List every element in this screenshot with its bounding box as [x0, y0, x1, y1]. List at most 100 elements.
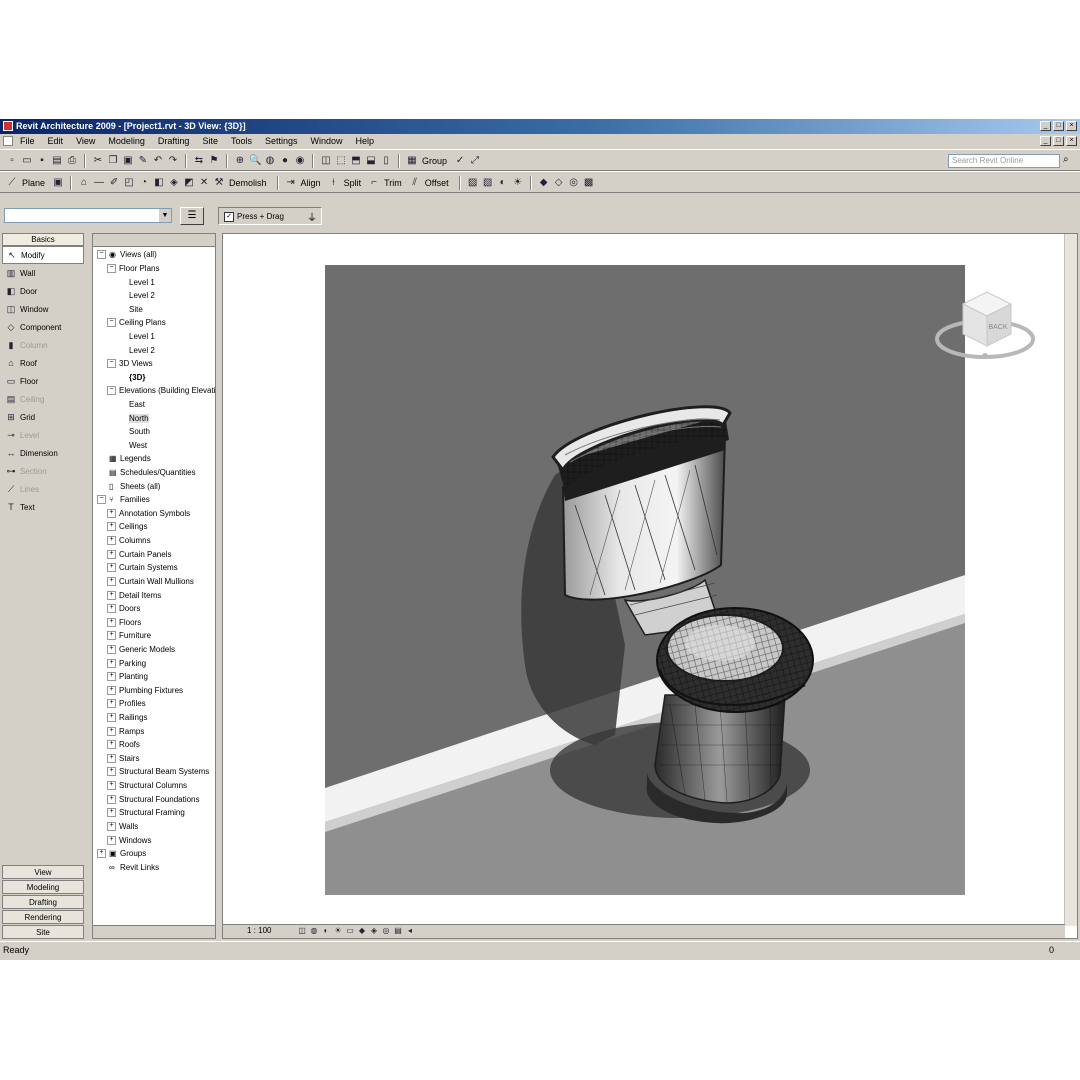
analysis-icon[interactable]: ▤ [393, 925, 403, 936]
plane-label[interactable]: Plane [22, 178, 45, 188]
tree-item[interactable]: − ⑂ Families [97, 493, 215, 507]
sun-icon[interactable]: ☀ [512, 177, 524, 189]
3d-view-canvas[interactable]: BACK 1 : 100 ◫ ◍ ◐ ☀ ▭ ◆ ◈ ◎ ▤ ◂ [222, 233, 1078, 939]
tag-icon[interactable]: ◆ [538, 177, 550, 189]
shadows-icon[interactable]: ◐ [497, 177, 509, 189]
expand-icon[interactable]: + [107, 563, 116, 573]
elevation-icon[interactable]: ⬒ [350, 155, 362, 167]
vertical-scrollbar[interactable] [1064, 234, 1077, 926]
tree-item[interactable]: + Curtain Systems [97, 561, 215, 575]
title-bar[interactable]: Revit Architecture 2009 - [Project1.rvt … [0, 119, 1080, 134]
new-icon[interactable]: ▫ [6, 155, 18, 167]
doc-close-button[interactable]: × [1066, 136, 1077, 146]
tree-item[interactable]: + Ceilings [97, 520, 215, 534]
view-icon[interactable]: ◫ [320, 155, 332, 167]
save-icon[interactable]: ▪ [36, 155, 48, 167]
tree-item[interactable]: Level 2 [97, 343, 215, 357]
design-bar-roof[interactable]: ⌂ Roof [2, 354, 84, 372]
tree-item[interactable]: + Curtain Wall Mullions [97, 575, 215, 589]
tree-item[interactable]: −3D Views [97, 357, 215, 371]
search-icon[interactable]: ⌕ [1063, 154, 1075, 166]
delete-icon[interactable]: ✕ [198, 177, 210, 189]
workset-icon[interactable]: ▣ [52, 177, 64, 189]
design-bar-lines[interactable]: ⟋ Lines [2, 480, 84, 498]
expand-icon[interactable]: + [107, 740, 116, 750]
doc-restore-button[interactable]: □ [1053, 136, 1064, 146]
tab-site[interactable]: Site [2, 925, 84, 939]
collapse-icon[interactable]: − [97, 250, 106, 260]
tree-item[interactable]: North [97, 411, 215, 425]
tree-item[interactable]: − Ceiling Plans [97, 316, 215, 330]
tab-view[interactable]: View [2, 865, 84, 879]
render-icon[interactable]: ◉ [294, 155, 306, 167]
copy-element-icon[interactable]: ◰ [123, 177, 135, 189]
workplane-icon[interactable]: ⟋ [6, 177, 18, 189]
tree-item[interactable]: West [97, 439, 215, 453]
tree-item[interactable]: + Detail Items [97, 588, 215, 602]
tree-item[interactable]: Level 1 [97, 275, 215, 289]
design-bar-section[interactable]: ⊶ Section [2, 462, 84, 480]
scale-icon[interactable]: ◩ [183, 177, 195, 189]
design-bar-column[interactable]: ▮ Column [2, 336, 84, 354]
menu-view[interactable]: View [76, 136, 95, 146]
doc-minimize-button[interactable]: _ [1040, 136, 1051, 146]
collapse-icon[interactable]: − [107, 386, 116, 396]
tree-item[interactable]: + Windows [97, 833, 215, 847]
globe-icon[interactable]: ● [279, 155, 291, 167]
tab-rendering[interactable]: Rendering [2, 910, 84, 924]
array-icon[interactable]: ◈ [168, 177, 180, 189]
tree-item[interactable]: + Roofs [97, 738, 215, 752]
chevron-down-icon[interactable]: ▼ [159, 209, 171, 222]
reveal-icon[interactable]: ▩ [583, 177, 595, 189]
expand-icon[interactable]: + [107, 631, 116, 641]
properties-button[interactable]: ☰ [180, 207, 204, 225]
reveal-hidden-icon[interactable]: ◎ [381, 925, 391, 936]
group-icon[interactable]: ▦ [406, 155, 418, 167]
expand-icon[interactable]: + [107, 522, 116, 532]
design-bar-component[interactable]: ◇ Component [2, 318, 84, 336]
tree-item[interactable]: + Columns [97, 534, 215, 548]
design-bar-dimension[interactable]: ↔ Dimension [2, 444, 84, 462]
tree-item[interactable]: + Structural Beam Systems [97, 765, 215, 779]
expand-icon[interactable]: + [107, 726, 116, 736]
menu-tools[interactable]: Tools [231, 136, 252, 146]
print-preview-icon[interactable]: ▤ [51, 155, 63, 167]
trim-icon[interactable]: ⌐ [368, 177, 380, 189]
section-box-icon[interactable]: ⬚ [335, 155, 347, 167]
detail-level-icon[interactable]: ◫ [297, 925, 307, 936]
view-scale[interactable]: 1 : 100 [247, 926, 271, 935]
demolish-icon[interactable]: ⚒ [213, 177, 225, 189]
tree-item[interactable]: + Curtain Panels [97, 547, 215, 561]
split-icon[interactable]: ⟊ [328, 177, 340, 189]
copy-icon[interactable]: ❐ [107, 155, 119, 167]
design-bar-wall[interactable]: ▥ Wall [2, 264, 84, 282]
filter-icon[interactable]: ⏚ [305, 209, 319, 224]
tree-item[interactable]: ∞ Revit Links [97, 860, 215, 874]
project-browser-title[interactable] [93, 234, 215, 247]
expand-icon[interactable]: + [107, 576, 116, 586]
offset-label[interactable]: Offset [425, 178, 449, 188]
split-label[interactable]: Split [344, 178, 362, 188]
design-bar-header[interactable]: Basics [2, 233, 84, 246]
expand-icon[interactable]: + [107, 617, 116, 627]
ungroup-icon[interactable]: ⤢ [469, 155, 481, 167]
expand-icon[interactable]: + [107, 713, 116, 723]
expand-icon[interactable]: + [107, 767, 116, 777]
zoom-region-icon[interactable]: 🔍 [249, 155, 261, 167]
tree-item[interactable]: + Stairs [97, 752, 215, 766]
model-graphics-icon[interactable]: ◍ [309, 925, 319, 936]
help-pointer-icon[interactable]: ⚑ [208, 155, 220, 167]
horizontal-scrollbar[interactable] [93, 925, 215, 938]
trim-label[interactable]: Trim [384, 178, 402, 188]
tree-item[interactable]: + Profiles [97, 697, 215, 711]
expand-icon[interactable]: + [107, 699, 116, 709]
crop-icon[interactable]: ◇ [553, 177, 565, 189]
tree-item[interactable]: + ▣ Groups [97, 847, 215, 861]
design-bar-door[interactable]: ◧ Door [2, 282, 84, 300]
tree-item[interactable]: + Annotation Symbols [97, 507, 215, 521]
print-icon[interactable]: ⎙ [66, 155, 78, 167]
menu-file[interactable]: File [20, 136, 35, 146]
undo-icon[interactable]: ↶ [152, 155, 164, 167]
align-icon[interactable]: ⇥ [285, 177, 297, 189]
tree-item[interactable]: Level 1 [97, 330, 215, 344]
